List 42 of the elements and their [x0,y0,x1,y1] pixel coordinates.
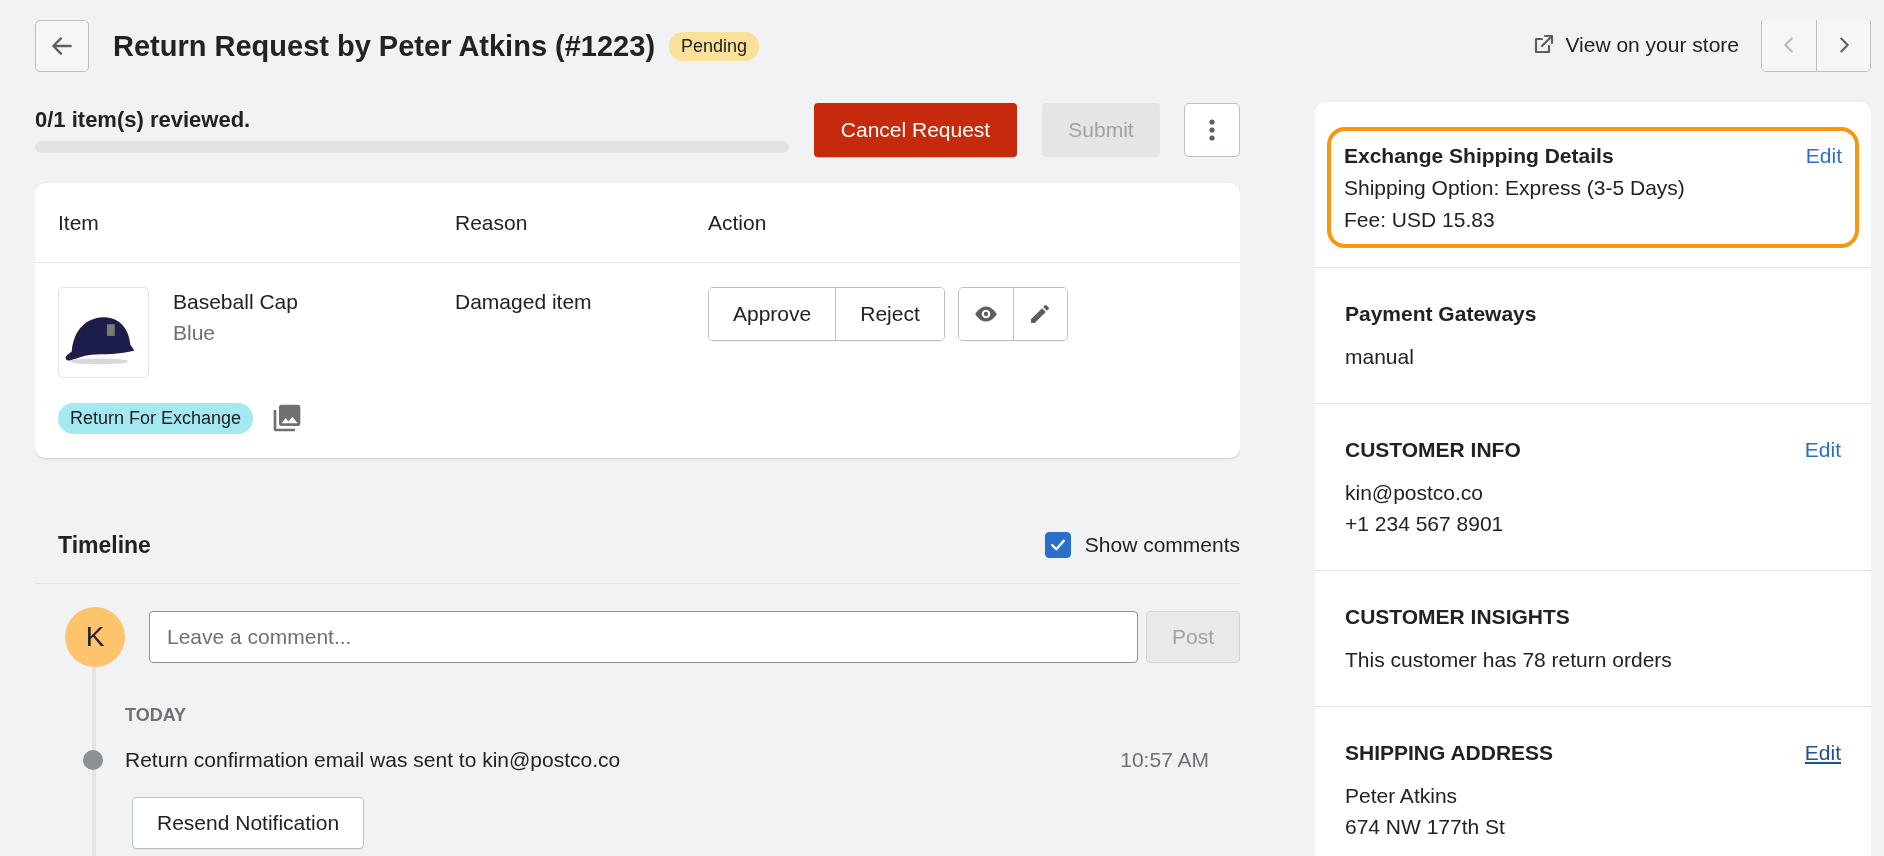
view-store-link[interactable]: View on your store [1531,33,1739,57]
product-name: Baseball Cap [173,290,298,314]
edit-link[interactable]: Edit [1804,740,1841,765]
edit-link[interactable]: Edit [1804,437,1841,462]
return-type-tag: Return For Exchange [58,402,254,434]
event-time: 10:57 AM [1120,748,1209,772]
section-text: This customer has 78 return orders [1345,647,1673,672]
section-text: 674 NW 177th St [1345,814,1506,839]
product-variant: Blue [173,321,217,345]
kebab-menu-icon [1209,119,1215,141]
section-text: Shipping Option: Express (3-5 Days) [1344,175,1686,200]
cancel-request-button[interactable]: Cancel Request [814,103,1017,157]
page-title: Return Request by Peter Atkins (#1223) [113,29,656,63]
show-comments-checkbox[interactable] [1044,532,1071,558]
return-reason: Damaged item [455,289,593,315]
resend-notification-button[interactable]: Resend Notification [132,797,365,849]
section-title: SHIPPING ADDRESS [1345,740,1554,765]
review-progress-text: 0/1 item(s) reviewed. [35,107,252,133]
timeline-heading: Timeline [58,531,151,559]
review-action-button[interactable]: Reject [835,288,944,340]
user-avatar: K [65,607,125,667]
section-title: CUSTOMER INFO [1345,437,1521,462]
status-badge: Pending [669,31,760,61]
column-header: Reason [455,210,529,235]
event-message: Return confirmation email was sent to kin@postco.co [125,748,622,772]
section-title: Exchange Shipping Details [1344,143,1614,168]
edit-link[interactable]: Edit [1805,143,1842,168]
column-header: Action [708,210,768,235]
section-text: manual [1345,344,1415,369]
timeline-dot [83,750,103,770]
column-header: Item [58,210,100,235]
show-comments-label: Show comments [1084,533,1240,557]
section-title: CUSTOMER INSIGHTS [1345,604,1570,629]
section-text: Fee: USD 15.83 [1344,207,1496,232]
section-text: Peter Atkins [1345,783,1459,808]
section-text: +1 234 567 8901 [1345,511,1505,536]
comment-input[interactable]: Leave a comment... [149,611,1138,663]
edit-button[interactable] [1012,288,1067,340]
back-button[interactable] [35,20,89,72]
section-title: Payment Gateways [1345,301,1537,326]
section-text: kin@postco.co [1345,480,1485,505]
date-heading: TODAY [124,705,188,726]
